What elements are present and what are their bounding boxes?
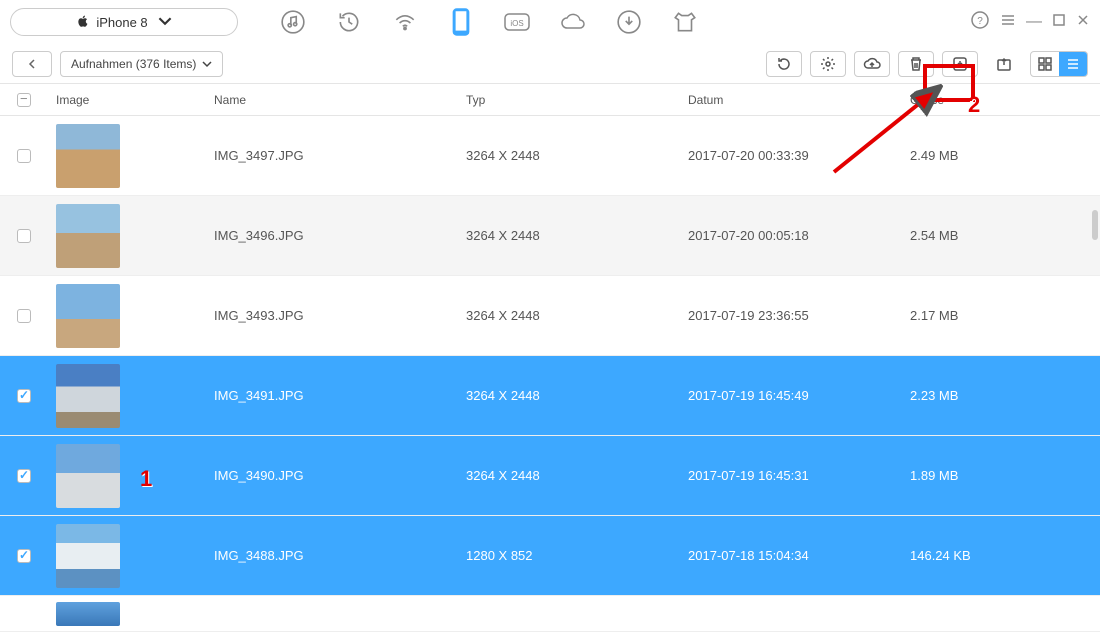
col-typ[interactable]: Typ (466, 93, 688, 107)
cell-typ: 3264 X 2448 (466, 388, 688, 403)
col-image[interactable]: Image (48, 93, 214, 107)
table-body: IMG_3497.JPG3264 X 24482017-07-20 00:33:… (0, 116, 1100, 640)
delete-button[interactable] (898, 51, 934, 77)
nav-icons: iOS (278, 7, 964, 37)
row-checkbox[interactable] (17, 229, 31, 243)
cell-date: 2017-07-19 23:36:55 (688, 308, 910, 323)
settings-button[interactable] (810, 51, 846, 77)
cell-typ: 3264 X 2448 (466, 308, 688, 323)
cell-name: IMG_3496.JPG (214, 228, 466, 243)
table-row[interactable]: IMG_3496.JPG3264 X 24482017-07-20 00:05:… (0, 196, 1100, 276)
download-icon[interactable] (614, 7, 644, 37)
cell-date: 2017-07-19 16:45:31 (688, 468, 910, 483)
cell-typ: 1280 X 852 (466, 548, 688, 563)
cell-size: 146.24 KB (910, 548, 1080, 563)
cell-name: IMG_3488.JPG (214, 548, 466, 563)
cell-typ: 3264 X 2448 (466, 148, 688, 163)
svg-text:iOS: iOS (510, 19, 523, 28)
table-row[interactable] (0, 596, 1100, 632)
table-header: Image Name Typ Datum Größe (0, 84, 1100, 116)
tshirt-icon[interactable] (670, 7, 700, 37)
refresh-button[interactable] (766, 51, 802, 77)
chevron-down-icon (158, 14, 172, 31)
menu-icon[interactable] (1000, 12, 1016, 32)
cell-size: 2.49 MB (910, 148, 1080, 163)
help-icon[interactable]: ? (970, 10, 990, 34)
list-view-button[interactable] (1059, 52, 1087, 76)
grid-view-button[interactable] (1031, 52, 1059, 76)
cell-size: 2.54 MB (910, 228, 1080, 243)
table-row[interactable]: IMG_3491.JPG3264 X 24482017-07-19 16:45:… (0, 356, 1100, 436)
row-checkbox[interactable] (17, 389, 31, 403)
cloud-icon[interactable] (558, 7, 588, 37)
music-icon[interactable] (278, 7, 308, 37)
history-icon[interactable] (334, 7, 364, 37)
cell-date: 2017-07-20 00:05:18 (688, 228, 910, 243)
select-all-checkbox[interactable] (17, 93, 31, 107)
cell-name: IMG_3493.JPG (214, 308, 466, 323)
wifi-icon[interactable] (390, 7, 420, 37)
col-size[interactable]: Größe (910, 93, 1080, 107)
cell-size: 2.23 MB (910, 388, 1080, 403)
export-button[interactable] (986, 51, 1022, 77)
maximize-icon[interactable] (1052, 13, 1066, 31)
col-datum[interactable]: Datum (688, 93, 910, 107)
close-icon[interactable] (1076, 13, 1090, 31)
table-row[interactable]: IMG_3490.JPG3264 X 24482017-07-19 16:45:… (0, 436, 1100, 516)
cell-name: IMG_3491.JPG (214, 388, 466, 403)
cell-typ: 3264 X 2448 (466, 468, 688, 483)
back-button[interactable] (12, 51, 52, 77)
cell-date: 2017-07-20 00:33:39 (688, 148, 910, 163)
thumbnail (56, 444, 120, 508)
window-controls: ? — (970, 10, 1090, 34)
cell-date: 2017-07-18 15:04:34 (688, 548, 910, 563)
cell-size: 1.89 MB (910, 468, 1080, 483)
row-checkbox[interactable] (17, 149, 31, 163)
cell-name: IMG_3497.JPG (214, 148, 466, 163)
table-row[interactable]: IMG_3497.JPG3264 X 24482017-07-20 00:33:… (0, 116, 1100, 196)
table-row[interactable]: IMG_3493.JPG3264 X 24482017-07-19 23:36:… (0, 276, 1100, 356)
device-name: iPhone 8 (96, 15, 147, 30)
breadcrumb[interactable]: Aufnahmen (376 Items) (60, 51, 223, 77)
svg-text:?: ? (977, 16, 983, 27)
minimize-icon[interactable]: — (1026, 14, 1042, 30)
row-checkbox[interactable] (17, 469, 31, 483)
phone-icon[interactable] (446, 7, 476, 37)
row-checkbox[interactable] (17, 549, 31, 563)
thumbnail (56, 524, 120, 588)
cell-date: 2017-07-19 16:45:49 (688, 388, 910, 403)
thumbnail (56, 124, 120, 188)
view-toggle (1030, 51, 1088, 77)
scrollbar[interactable] (1092, 120, 1098, 620)
cell-size: 2.17 MB (910, 308, 1080, 323)
cell-name: IMG_3490.JPG (214, 468, 466, 483)
tool-row: Aufnahmen (376 Items) (0, 44, 1100, 84)
device-selector[interactable]: iPhone 8 (10, 8, 238, 36)
cell-typ: 3264 X 2448 (466, 228, 688, 243)
top-bar: iPhone 8 iOS ? — (0, 0, 1100, 44)
row-checkbox[interactable] (17, 309, 31, 323)
col-name[interactable]: Name (214, 93, 466, 107)
thumbnail (56, 364, 120, 428)
thumbnail (56, 602, 120, 626)
send-to-device-button[interactable] (942, 51, 978, 77)
table-row[interactable]: IMG_3488.JPG1280 X 8522017-07-18 15:04:3… (0, 516, 1100, 596)
thumbnail (56, 204, 120, 268)
cloud-upload-button[interactable] (854, 51, 890, 77)
thumbnail (56, 284, 120, 348)
ios-icon[interactable]: iOS (502, 7, 532, 37)
apple-icon (76, 14, 90, 31)
breadcrumb-label: Aufnahmen (376 Items) (71, 57, 196, 71)
